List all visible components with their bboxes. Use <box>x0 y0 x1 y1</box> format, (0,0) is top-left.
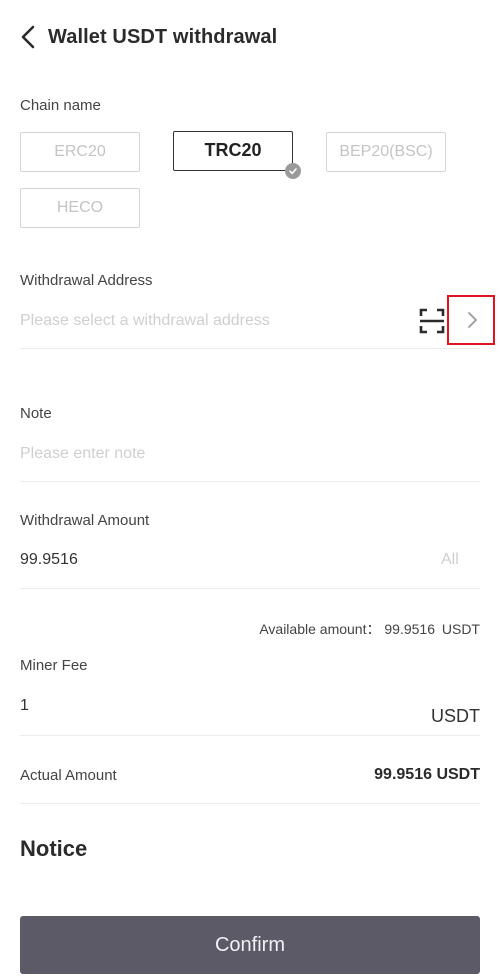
actual-amount-value: 99.9516 USDT <box>374 766 480 783</box>
chain-option-erc20[interactable]: ERC20 <box>20 132 140 172</box>
divider <box>20 803 480 804</box>
divider <box>20 588 480 589</box>
actual-amount-label: Actual Amount <box>20 767 117 784</box>
withdrawal-amount-input[interactable]: 99.9516 <box>20 551 78 569</box>
miner-fee-value: 1 <box>20 697 29 714</box>
select-address-button[interactable] <box>447 295 495 345</box>
chevron-right-icon <box>468 312 477 328</box>
divider <box>20 481 480 482</box>
withdrawal-address-input[interactable]: Please select a withdrawal address <box>20 312 390 330</box>
note-input[interactable]: Please enter note <box>20 445 460 463</box>
available-amount: Available amount： 99.9516 USDT <box>259 619 480 639</box>
chain-option-trc20[interactable]: TRC20 <box>173 131 293 171</box>
chain-name-label: Chain name <box>20 97 101 114</box>
miner-fee-unit: USDT <box>431 706 480 726</box>
chevron-left-icon[interactable] <box>18 24 40 50</box>
all-button[interactable]: All <box>441 551 459 569</box>
divider <box>20 735 480 736</box>
chain-option-bep20[interactable]: BEP20(BSC) <box>326 132 446 172</box>
notice-title: Notice <box>20 836 88 861</box>
withdrawal-address-label: Withdrawal Address <box>20 272 153 289</box>
available-amount-label: Available amount： <box>259 621 381 637</box>
check-icon <box>285 163 301 179</box>
miner-fee-label: Miner Fee <box>20 657 88 674</box>
confirm-button[interactable]: Confirm <box>20 916 480 974</box>
available-amount-unit: USDT <box>441 621 480 637</box>
withdrawal-amount-label: Withdrawal Amount <box>20 512 150 529</box>
available-amount-value: 99.9516 <box>384 621 435 637</box>
note-label: Note <box>20 405 52 422</box>
chain-option-heco[interactable]: HECO <box>20 188 140 228</box>
scan-icon[interactable] <box>419 308 445 334</box>
divider <box>20 348 480 349</box>
page-title: Wallet USDT withdrawal <box>48 26 278 48</box>
